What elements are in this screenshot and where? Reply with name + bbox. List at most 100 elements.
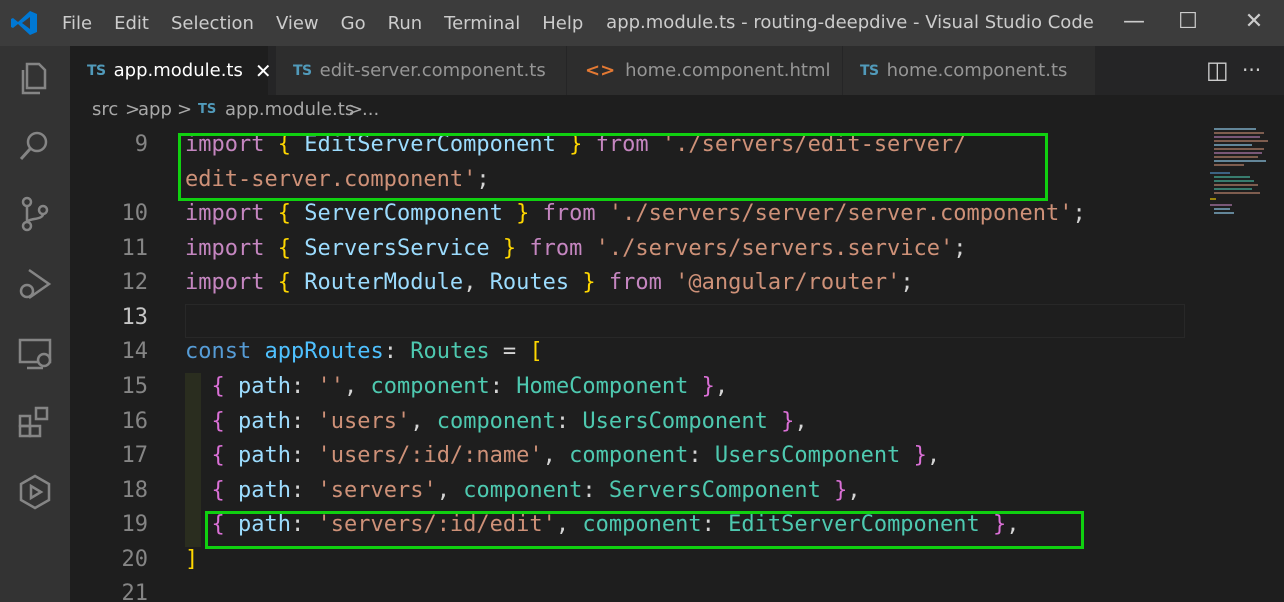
code-token: from xyxy=(608,270,662,295)
code-token: , xyxy=(714,374,729,399)
tab-home-component-html[interactable]: <> home.component.html xyxy=(567,46,843,95)
code-token: , xyxy=(410,409,437,434)
tab-label: home.component.html xyxy=(625,60,831,81)
line-number: 17 xyxy=(121,443,149,468)
tab-app-module-ts[interactable]: TS app.module.ts ✕ xyxy=(70,46,272,95)
line-number: 14 xyxy=(121,339,149,364)
tab-label: edit-server.component.ts xyxy=(319,60,546,81)
menu-bar: File Edit Selection View Go Run Terminal… xyxy=(62,0,605,46)
code-token: import xyxy=(185,201,265,226)
menu-view[interactable]: View xyxy=(276,13,319,34)
menu-file[interactable]: File xyxy=(62,13,92,34)
run-debug-icon[interactable] xyxy=(15,264,55,304)
chevron-right-icon: > xyxy=(177,99,193,120)
breadcrumb-app[interactable]: app xyxy=(138,99,172,120)
tab-edit-server-component-ts[interactable]: TS edit-server.component.ts xyxy=(276,46,567,95)
code-token: { xyxy=(211,374,225,399)
code-token: RouterModule xyxy=(304,270,464,295)
window-title: app.module.ts - routing-deepdive - Visua… xyxy=(606,12,1094,33)
menu-run[interactable]: Run xyxy=(388,13,423,34)
tab-home-component-ts[interactable]: TS home.component.ts xyxy=(843,46,1096,95)
menu-selection[interactable]: Selection xyxy=(171,13,254,34)
close-tab-icon[interactable]: ✕ xyxy=(255,59,272,83)
code-token: : xyxy=(688,443,715,468)
line-number: 11 xyxy=(121,236,149,261)
code-editor[interactable]: 9 10 11 12 13 14 15 16 17 18 19 20 21 import { EditS… xyxy=(70,128,1284,602)
code-token: : xyxy=(290,409,318,434)
minimize-button[interactable]: — xyxy=(1104,0,1164,46)
tab-bar: TS app.module.ts ✕ TS edit-server.compon… xyxy=(70,46,1284,95)
code-token: 'users' xyxy=(317,409,411,434)
title-bar: File Edit Selection View Go Run Terminal… xyxy=(0,0,1284,46)
code-line: { path: '', component: HomeComponent }, xyxy=(185,374,729,399)
code-token: component xyxy=(569,443,689,468)
code-token: component xyxy=(370,374,490,399)
code-token: , xyxy=(436,478,464,503)
typescript-file-icon: TS xyxy=(293,62,312,79)
line-number: 9 xyxy=(134,132,148,157)
split-editor-icon[interactable]: ◫ xyxy=(1206,46,1229,95)
code-token: ServersService xyxy=(304,236,490,261)
code-token: } xyxy=(582,270,596,295)
remote-explorer-icon[interactable] xyxy=(15,334,55,374)
live-share-icon[interactable] xyxy=(15,472,55,512)
menu-go[interactable]: Go xyxy=(341,13,366,34)
code-token: { xyxy=(277,201,291,226)
code-token: : xyxy=(290,478,318,503)
code-token: ServerComponent xyxy=(304,201,503,226)
code-token: ; xyxy=(953,236,967,261)
maximize-button[interactable]: ☐ xyxy=(1158,0,1218,46)
code-token: } xyxy=(834,478,848,503)
code-token: '@angular/router' xyxy=(675,270,901,295)
code-token: , xyxy=(926,443,941,468)
code-token: 'servers' xyxy=(317,478,437,503)
breadcrumb-src[interactable]: src xyxy=(92,99,118,120)
highlight-box-import xyxy=(178,133,1048,201)
breadcrumb-more[interactable]: ... xyxy=(362,99,379,120)
extensions-icon[interactable] xyxy=(15,402,55,442)
code-token: } xyxy=(502,236,517,261)
close-window-button[interactable]: ✕ xyxy=(1224,0,1284,46)
code-token: } xyxy=(701,374,715,399)
code-token: : xyxy=(489,374,517,399)
menu-terminal[interactable]: Terminal xyxy=(444,13,520,34)
code-token: path xyxy=(238,443,291,468)
search-icon[interactable] xyxy=(15,126,55,166)
explorer-icon[interactable] xyxy=(15,58,55,98)
code-token: , xyxy=(542,443,570,468)
code-token: '' xyxy=(317,374,344,399)
minimap[interactable] xyxy=(1188,128,1284,602)
code-token: ServersComponent xyxy=(608,478,821,503)
typescript-file-icon: TS xyxy=(860,62,879,79)
code-token: : xyxy=(555,409,583,434)
code-token: ; xyxy=(1072,201,1086,226)
code-token: [ xyxy=(529,339,543,364)
code-token: './servers/server/server.component' xyxy=(608,201,1073,226)
menu-edit[interactable]: Edit xyxy=(114,13,149,34)
code-line: import { RouterModule, Routes } from '@a… xyxy=(185,270,914,295)
code-token: = xyxy=(489,339,530,364)
line-number: 16 xyxy=(121,409,149,434)
breadcrumb-file[interactable]: app.module.ts xyxy=(225,99,354,120)
source-control-icon[interactable] xyxy=(15,194,55,234)
code-token: Routes xyxy=(489,270,570,295)
code-token: , xyxy=(463,270,490,295)
more-actions-icon[interactable]: ··· xyxy=(1242,46,1261,95)
code-token: UsersComponent xyxy=(582,409,768,434)
current-line-highlight xyxy=(185,304,1185,338)
